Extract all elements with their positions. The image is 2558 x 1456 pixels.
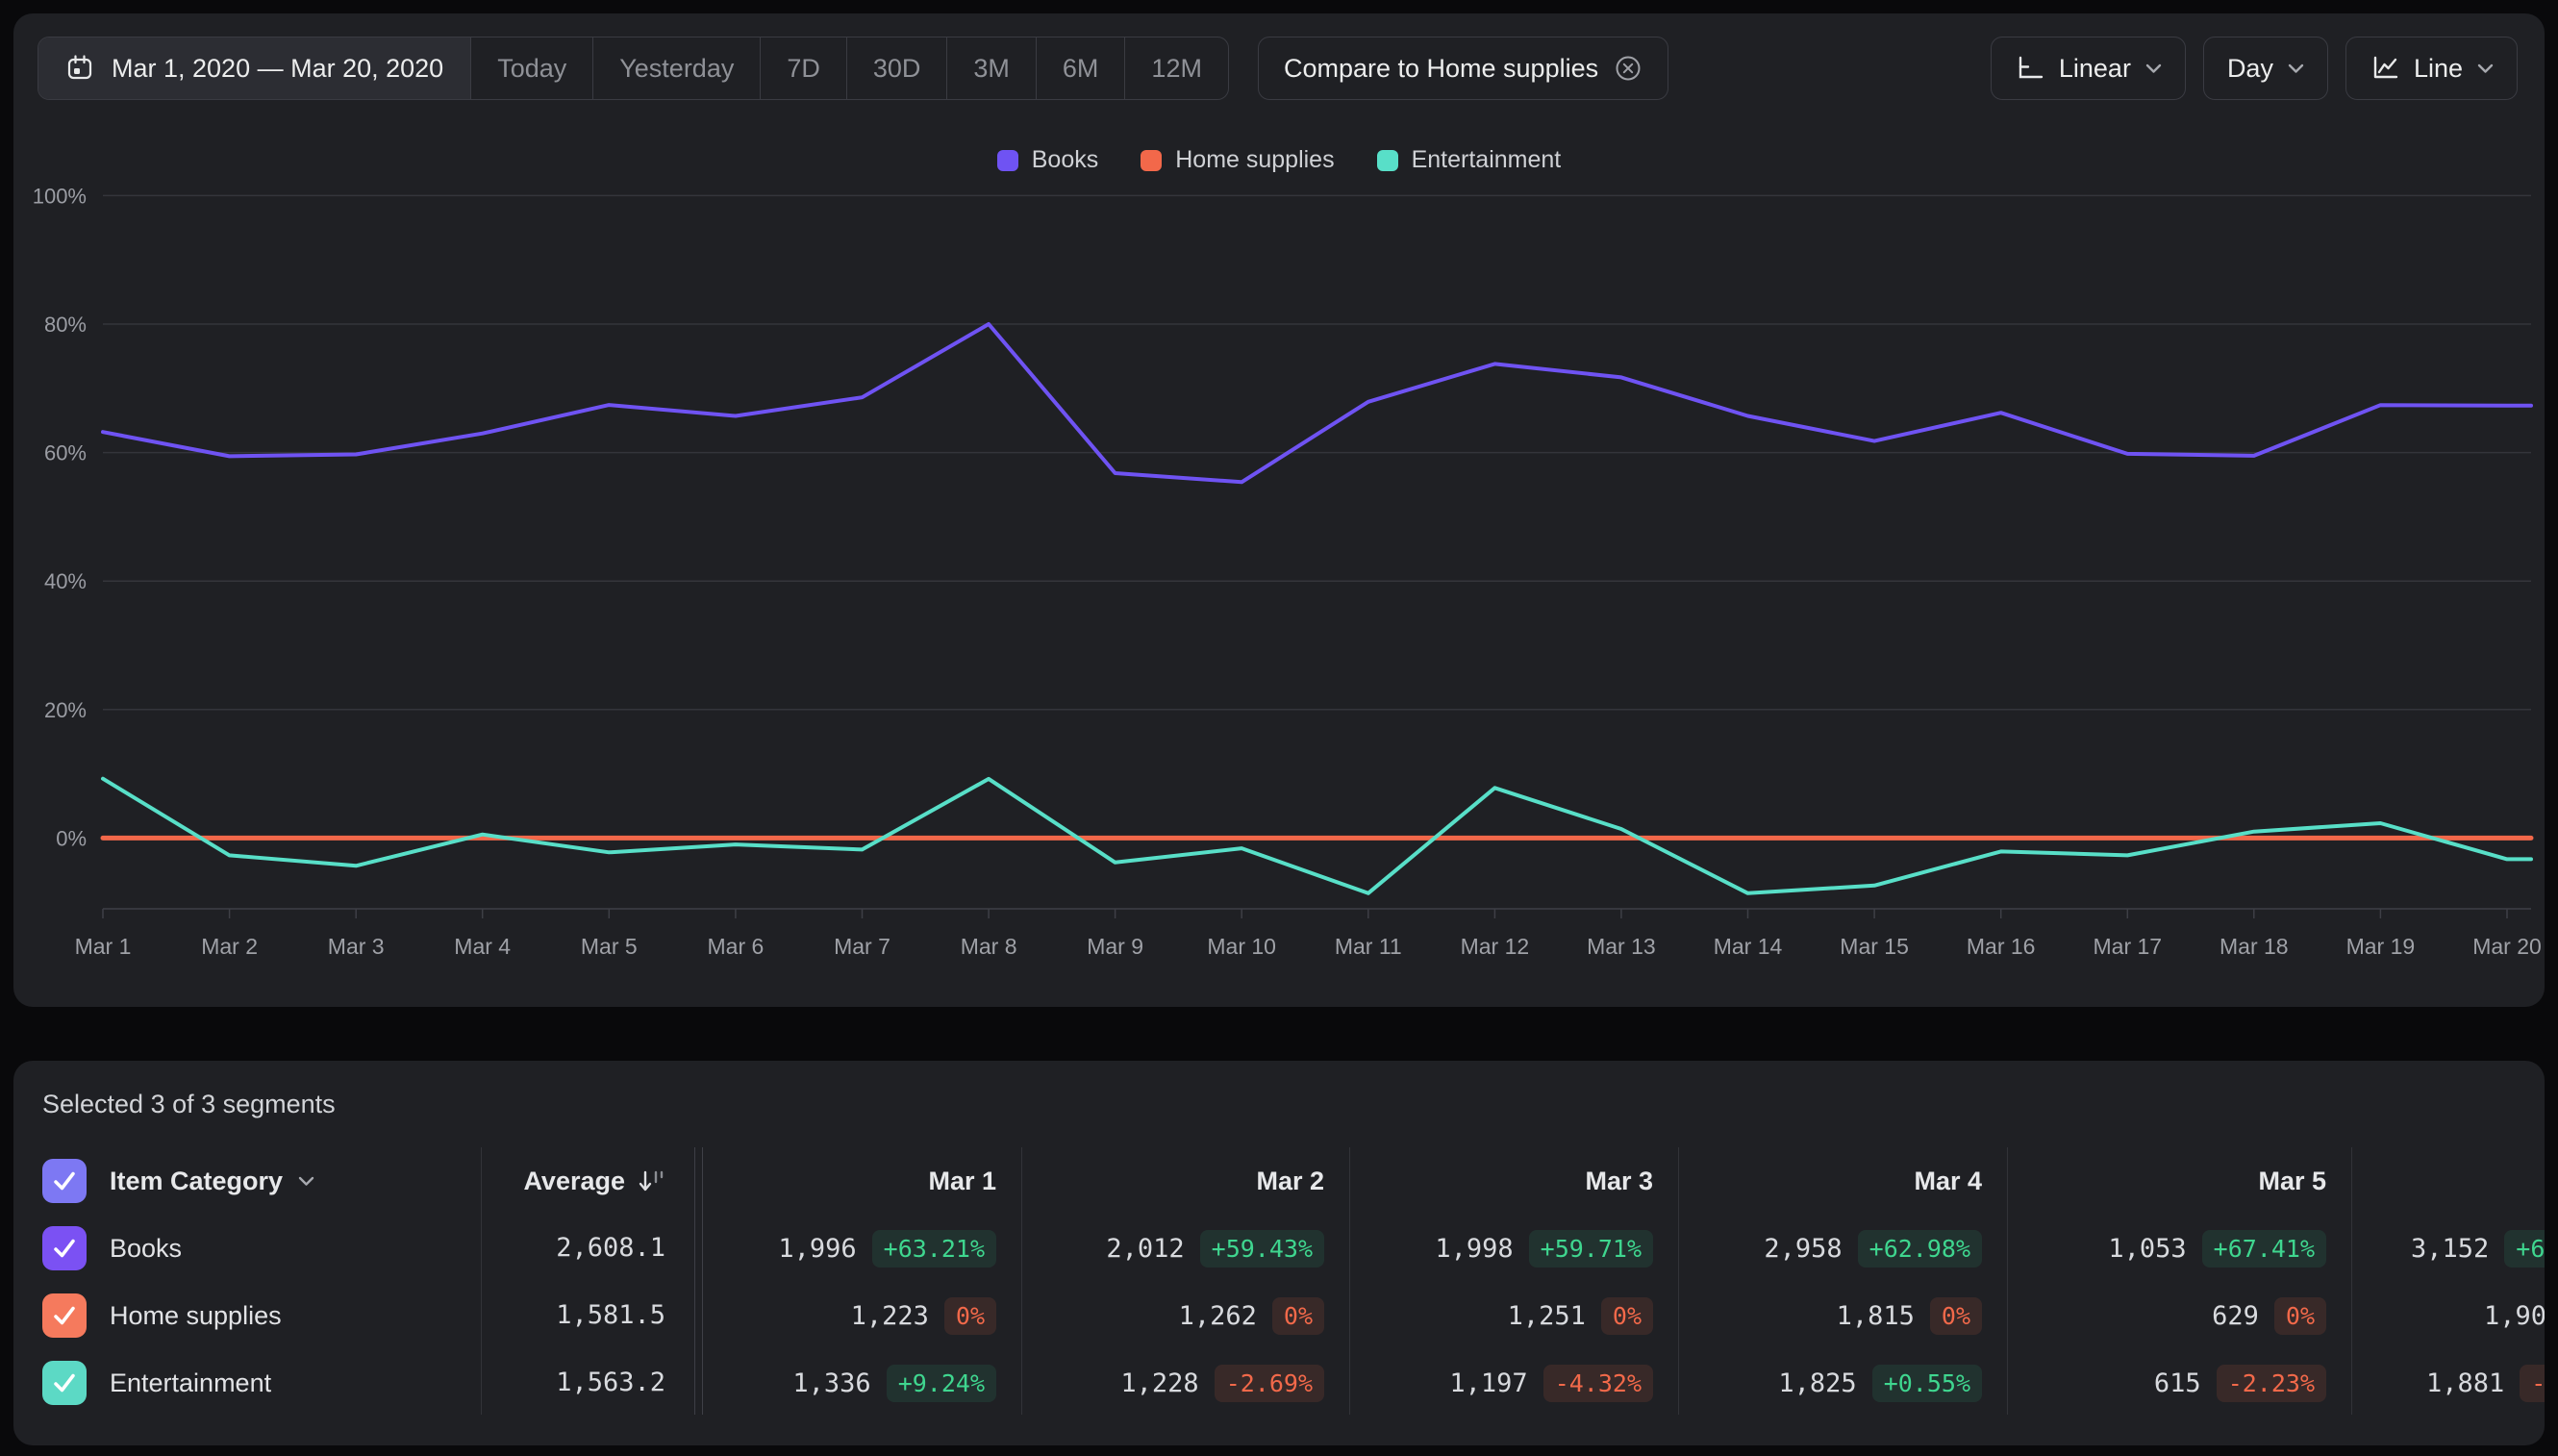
cell-value: 1,336 xyxy=(792,1368,870,1398)
delta-badge: -2.23% xyxy=(2217,1365,2326,1402)
x-axis-label: Mar 15 xyxy=(1840,934,1909,959)
x-axis-label: Mar 4 xyxy=(454,934,511,959)
table-cell: 629 0% xyxy=(1961,1282,2326,1349)
table-cell: 1,197-4.32% xyxy=(1288,1349,1653,1417)
cell-value: 2,958 xyxy=(1764,1234,1842,1264)
x-axis-label: Mar 19 xyxy=(2346,934,2416,959)
x-axis-label: Mar 7 xyxy=(834,934,890,959)
sort-descending-icon xyxy=(637,1167,665,1195)
delta-badge: - xyxy=(2520,1365,2545,1402)
books-row-checkbox[interactable] xyxy=(42,1226,87,1270)
selected-count: Selected 3 of 3 segments xyxy=(42,1090,336,1119)
y-axis-label: 100% xyxy=(33,184,87,208)
delta-badge: +67.41% xyxy=(2202,1230,2326,1268)
x-axis-label: Mar 20 xyxy=(2472,934,2542,959)
cell-value: 1,881 xyxy=(2426,1368,2504,1398)
table-cell: 1,8150% xyxy=(1617,1282,1982,1349)
row-label-home-supplies: Home supplies xyxy=(110,1282,282,1349)
home-supplies-average-value: 1,581.5 xyxy=(377,1282,665,1349)
y-axis-label: 40% xyxy=(44,569,87,593)
table-cell: 2,958+62.98% xyxy=(1617,1215,1982,1282)
segments-table-panel: Selected 3 of 3 segments Item Category A… xyxy=(13,1061,2545,1445)
select-all-checkbox[interactable] xyxy=(42,1159,87,1203)
x-axis-label: Mar 6 xyxy=(708,934,765,959)
x-axis-label: Mar 2 xyxy=(201,934,258,959)
y-axis-label: 0% xyxy=(56,826,87,850)
average-column-header[interactable]: Average xyxy=(377,1147,665,1215)
day-column-header: Mar 3 xyxy=(1365,1147,1653,1215)
x-axis-label: Mar 1 xyxy=(75,934,132,959)
cell-value: 1,825 xyxy=(1778,1368,1856,1398)
delta-badge: +6 xyxy=(2504,1230,2545,1268)
y-axis-label: 20% xyxy=(44,698,87,722)
y-axis-label: 60% xyxy=(44,441,87,465)
x-axis-label: Mar 5 xyxy=(581,934,638,959)
y-axis-label: 80% xyxy=(44,313,87,337)
dashboard-page: { "toolbar": { "date_range": "Mar 1, 202… xyxy=(0,0,2558,1456)
table-cell: 1,998+59.71% xyxy=(1288,1215,1653,1282)
table-cell: 1,825+0.55% xyxy=(1617,1349,1982,1417)
chevron-down-icon xyxy=(298,1176,314,1187)
table-cell-partial: 3,152 +6 xyxy=(2411,1215,2545,1282)
table-cell-partial: 1,90 xyxy=(2484,1282,2545,1349)
cell-value: 615 xyxy=(2154,1368,2201,1398)
cell-value: 1,197 xyxy=(1449,1368,1527,1398)
table-cell: 1,053 +67.41% xyxy=(1961,1215,2326,1282)
comparison-line-chart: 100%80%60%40%20%0%Mar 1Mar 2Mar 3Mar 4Ma… xyxy=(13,13,2545,1007)
table-cell: 2,012+59.43% xyxy=(959,1215,1324,1282)
cell-value: 1,223 xyxy=(851,1301,929,1331)
cell-value: 1,251 xyxy=(1508,1301,1586,1331)
entertainment-row-checkbox[interactable] xyxy=(42,1361,87,1405)
table-cell: 1,336+9.24% xyxy=(631,1349,996,1417)
row-label-books: Books xyxy=(110,1215,182,1282)
table-cell-partial: 1,881- xyxy=(2426,1349,2545,1417)
x-axis-label: Mar 10 xyxy=(1207,934,1276,959)
cell-value: 1,262 xyxy=(1179,1301,1257,1331)
table-cell: 1,228-2.69% xyxy=(959,1349,1324,1417)
entertainment-average-value: 1,563.2 xyxy=(377,1349,665,1417)
row-label-entertainment: Entertainment xyxy=(110,1349,271,1417)
table-cell: 1,2230% xyxy=(631,1282,996,1349)
cell-value: 1,998 xyxy=(1435,1234,1513,1264)
table-cell: 615 -2.23% xyxy=(1961,1349,2326,1417)
x-axis-label: Mar 9 xyxy=(1087,934,1143,959)
category-column-header[interactable]: Item Category xyxy=(110,1147,314,1215)
x-axis-label: Mar 11 xyxy=(1335,934,1402,959)
books-average-value: 2,608.1 xyxy=(377,1215,665,1282)
cell-value: 3,152 xyxy=(2411,1234,2489,1264)
x-axis-label: Mar 12 xyxy=(1461,934,1530,959)
x-axis-label: Mar 13 xyxy=(1587,934,1656,959)
day-column-header: Mar 2 xyxy=(1036,1147,1324,1215)
day-column-header: Mar 4 xyxy=(1693,1147,1982,1215)
day-column-header: Mar 1 xyxy=(708,1147,996,1215)
table-cell: 1,2510% xyxy=(1288,1282,1653,1349)
cell-value: 2,012 xyxy=(1106,1234,1184,1264)
table-cell: 1,2620% xyxy=(959,1282,1324,1349)
home-supplies-row-checkbox[interactable] xyxy=(42,1293,87,1338)
cell-value: 1,996 xyxy=(778,1234,856,1264)
chart-panel: Mar 1, 2020 — Mar 20, 2020 Today Yesterd… xyxy=(13,13,2545,1007)
cell-value: 1,815 xyxy=(1837,1301,1915,1331)
cell-value: 1,90 xyxy=(2484,1301,2545,1331)
x-axis-label: Mar 17 xyxy=(2094,934,2163,959)
table-cell: 1,996+63.21% xyxy=(631,1215,996,1282)
x-axis-label: Mar 8 xyxy=(961,934,1017,959)
cell-value: 1,053 xyxy=(2108,1234,2186,1264)
x-axis-label: Mar 14 xyxy=(1714,934,1783,959)
cell-value: 1,228 xyxy=(1120,1368,1198,1398)
x-axis-label: Mar 18 xyxy=(2219,934,2289,959)
cell-value: 629 xyxy=(2212,1301,2259,1331)
day-column-header: Mar 5 xyxy=(2038,1147,2326,1215)
x-axis-label: Mar 3 xyxy=(328,934,385,959)
x-axis-label: Mar 16 xyxy=(1967,934,2036,959)
column-separator xyxy=(2351,1147,2352,1415)
series-line-books xyxy=(103,324,2531,482)
delta-badge: 0% xyxy=(2274,1297,2326,1335)
